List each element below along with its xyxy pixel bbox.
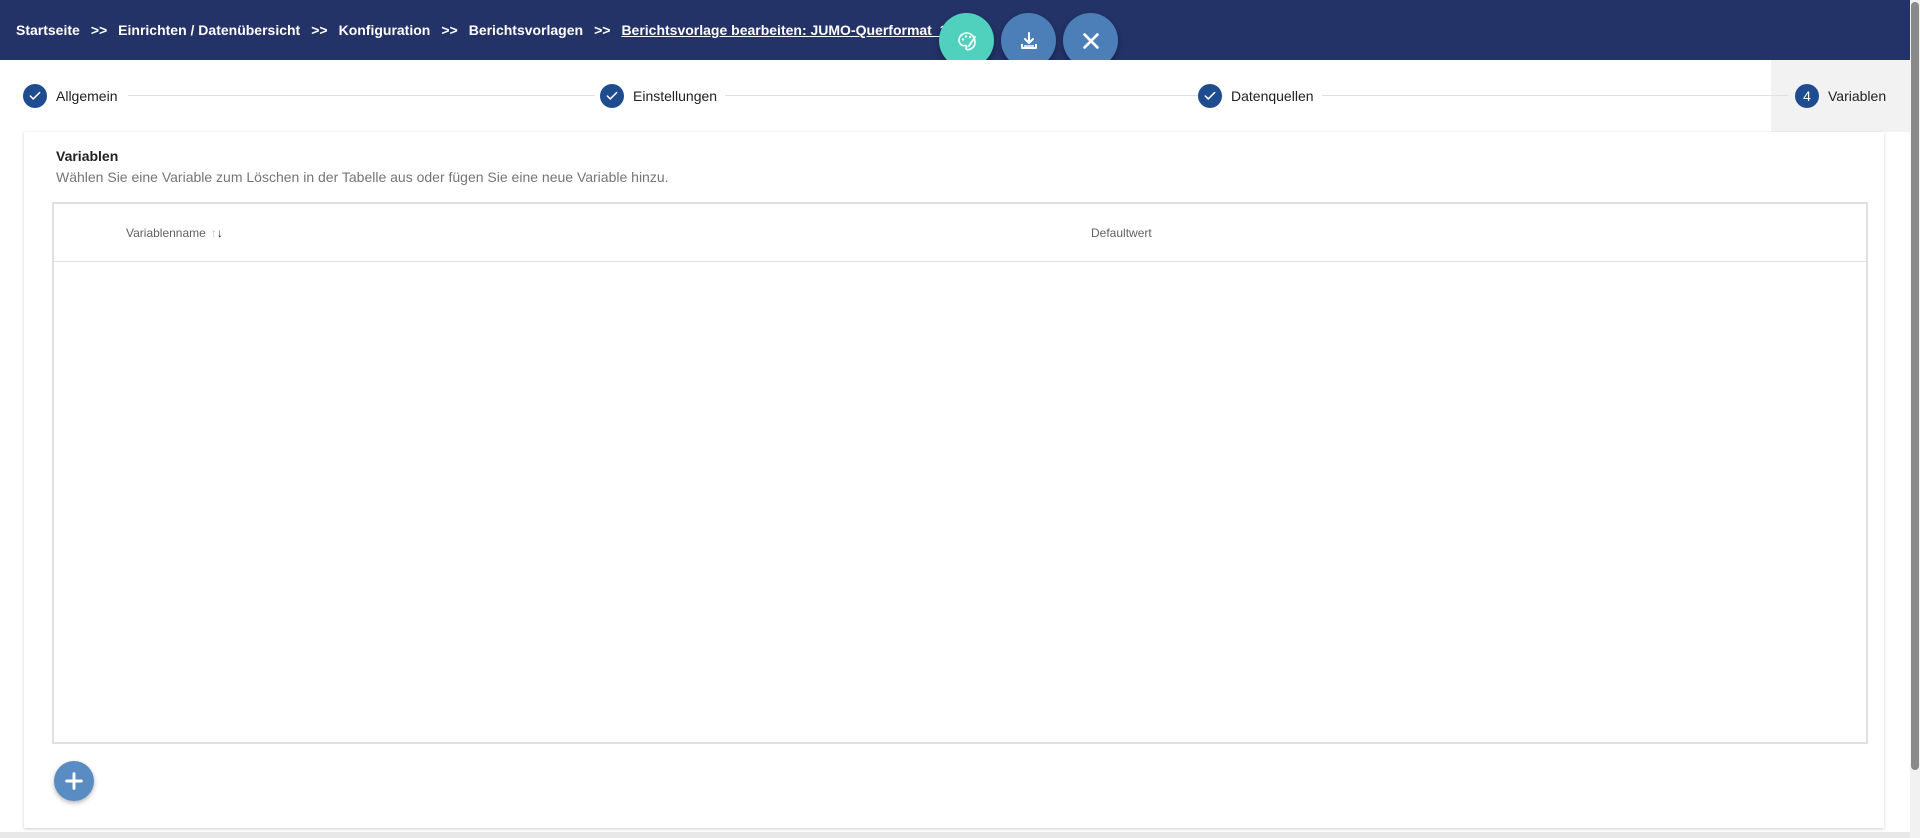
breadcrumb-current[interactable]: Berichtsvorlage bearbeiten: JUMO-Querfor…: [621, 22, 947, 38]
breadcrumb-separator: >>: [311, 22, 328, 38]
scrollbar[interactable]: [1910, 0, 1920, 838]
breadcrumb: Startseite >> Einrichten / Datenübersich…: [16, 22, 947, 38]
breadcrumb-separator: >>: [594, 22, 611, 38]
sort-icon[interactable]: ↑↓: [211, 226, 223, 240]
table-header: Variablenname ↑↓ Defaultwert: [54, 204, 1866, 262]
step-allgemein[interactable]: Allgemein: [23, 84, 117, 108]
bottom-edge: [0, 832, 1910, 838]
top-bar: Startseite >> Einrichten / Datenübersich…: [0, 0, 1910, 68]
breadcrumb-startseite[interactable]: Startseite: [16, 22, 80, 38]
step-connector: [128, 95, 595, 96]
step-label: Einstellungen: [633, 88, 718, 104]
breadcrumb-separator: >>: [441, 22, 458, 38]
check-icon: [600, 84, 624, 108]
step-variablen[interactable]: 4 Variablen: [1795, 84, 1886, 108]
plus-icon: [65, 772, 83, 790]
step-label: Variablen: [1828, 88, 1887, 104]
column-header-variablenname[interactable]: Variablenname ↑↓: [126, 226, 223, 240]
breadcrumb-berichtsvorlagen[interactable]: Berichtsvorlagen: [469, 22, 583, 38]
section-description: Wählen Sie eine Variable zum Löschen in …: [56, 169, 669, 185]
scrollbar-thumb[interactable]: [1911, 2, 1919, 770]
close-icon: [1082, 32, 1099, 49]
stepper: Allgemein Einstellungen Datenquellen 4 V…: [0, 60, 1910, 132]
variables-table[interactable]: Variablenname ↑↓ Defaultwert: [52, 202, 1868, 744]
step-connector: [1322, 95, 1788, 96]
step-einstellungen[interactable]: Einstellungen: [600, 84, 717, 108]
step-number: 4: [1795, 84, 1819, 108]
check-icon: [23, 84, 47, 108]
step-connector: [725, 95, 1198, 96]
column-label: Variablenname: [126, 226, 206, 240]
breadcrumb-konfiguration[interactable]: Konfiguration: [339, 22, 431, 38]
check-icon: [1198, 84, 1222, 108]
step-datenquellen[interactable]: Datenquellen: [1198, 84, 1314, 108]
section-title: Variablen: [56, 148, 119, 164]
column-label: Defaultwert: [1091, 226, 1152, 240]
step-label: Datenquellen: [1231, 88, 1314, 104]
step-label: Allgemein: [56, 88, 118, 104]
add-variable-button[interactable]: [54, 761, 94, 801]
breadcrumb-einrichten[interactable]: Einrichten / Datenübersicht: [118, 22, 300, 38]
column-header-defaultwert[interactable]: Defaultwert: [1091, 226, 1152, 240]
breadcrumb-separator: >>: [90, 22, 108, 38]
paint-palette-icon: [957, 31, 976, 51]
download-icon: [1020, 31, 1037, 49]
